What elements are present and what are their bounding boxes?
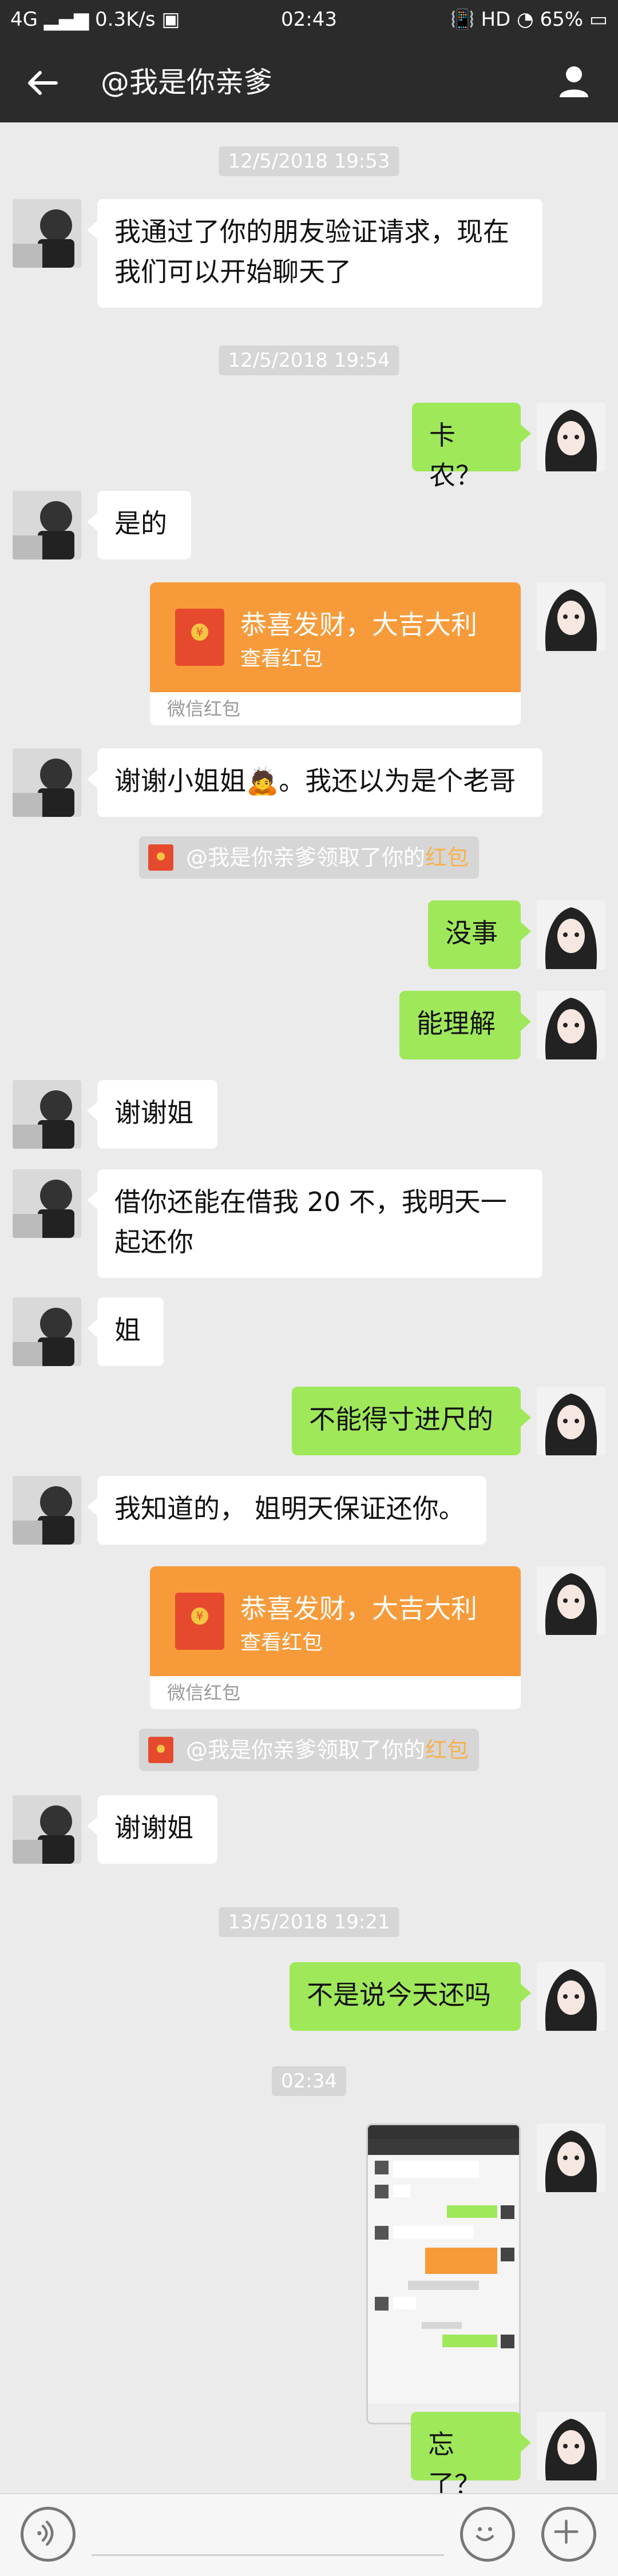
back-button[interactable]	[23, 63, 63, 103]
message-outgoing[interactable]: 没事	[428, 900, 531, 969]
message-outgoing[interactable]: 卡农？	[412, 403, 531, 491]
red-packet-footer: 微信红包	[167, 1682, 241, 1704]
red-envelope-icon	[148, 844, 173, 871]
avatar-left[interactable]	[13, 1169, 81, 1238]
avatar-right[interactable]	[537, 900, 605, 969]
red-envelope-icon	[148, 1737, 173, 1763]
avatar-right[interactable]	[537, 1566, 605, 1635]
avatar-right[interactable]	[537, 2412, 605, 2480]
self-avatar-image	[537, 991, 605, 1059]
status-right: 📳 HD ◔ 65% ▭	[450, 8, 608, 31]
message-incoming[interactable]: 我通过了你的朋友验证请求，现在我们可以开始聊天了	[87, 199, 542, 308]
timestamp: 12/5/2018 19:53	[219, 146, 399, 176]
avatar-left[interactable]	[13, 1297, 81, 1366]
notice-link[interactable]: 红包	[425, 1737, 469, 1763]
notice-link[interactable]: 红包	[425, 845, 469, 870]
contact-avatar-image	[13, 1795, 81, 1864]
wifi-icon: ◔	[517, 8, 534, 31]
status-bar: 4G ▂▄▆ 0.3K/s ▣ 02:43 📳 HD ◔ 65% ▭	[0, 0, 618, 41]
red-packet-subtitle: 查看红包	[240, 647, 323, 670]
voice-button[interactable]	[21, 2507, 76, 2562]
avatar-right[interactable]	[537, 991, 605, 1059]
contact-avatar-image	[13, 1297, 81, 1366]
contact-avatar-image	[13, 1080, 81, 1149]
system-notice: @我是你亲爹领取了你的红包	[138, 836, 480, 879]
timestamp: 12/5/2018 19:54	[219, 346, 399, 375]
message-incoming[interactable]: 姐	[87, 1297, 164, 1366]
profile-icon	[560, 66, 588, 97]
self-avatar-image	[537, 1387, 605, 1455]
self-avatar-image	[537, 1566, 605, 1635]
message-input-field[interactable]	[92, 2554, 444, 2556]
hd-label: HD	[481, 8, 511, 31]
avatar-right[interactable]	[537, 582, 605, 651]
notice-text: @我是你亲爹领取了你的	[185, 845, 425, 870]
message-incoming[interactable]: 是的	[87, 491, 191, 559]
system-notice: @我是你亲爹领取了你的红包	[138, 1729, 480, 1771]
avatar-right[interactable]	[537, 403, 605, 471]
message-incoming[interactable]: 我知道的， 姐明天保证还你。	[87, 1476, 486, 1545]
timestamp: 13/5/2018 19:21	[219, 1907, 399, 1937]
red-packet-footer: 微信红包	[167, 698, 241, 720]
battery-icon: ▭	[589, 8, 608, 31]
red-packet-title: 恭喜发财，大吉大利	[240, 609, 477, 640]
back-arrow-icon	[28, 71, 58, 95]
voice-input-icon	[37, 2521, 54, 2546]
self-avatar-image	[537, 2123, 605, 2192]
screenshot-thumbnail[interactable]	[366, 2123, 521, 2424]
red-packet-subtitle: 查看红包	[240, 1631, 323, 1654]
message-incoming[interactable]: 谢谢小姐姐🙇。我还以为是个老哥	[87, 748, 542, 817]
message-incoming[interactable]: 借你还能在借我 20 不，我明天一起还你	[87, 1169, 542, 1278]
avatar-left[interactable]	[13, 748, 81, 817]
self-avatar-image	[537, 900, 605, 969]
avatar-left[interactable]	[13, 199, 81, 268]
contact-avatar-image	[13, 748, 81, 817]
contact-avatar-image	[13, 491, 81, 559]
input-bar	[0, 2493, 618, 2576]
timestamp: 02:34	[272, 2066, 346, 2096]
emoji-button[interactable]	[460, 2507, 515, 2562]
message-outgoing[interactable]: 能理解	[399, 991, 531, 1059]
avatar-right[interactable]	[537, 1962, 605, 2031]
contact-avatar-image	[13, 1169, 81, 1238]
red-packet-card[interactable]: 恭喜发财，大吉大利 查看红包 微信红包	[150, 582, 521, 725]
chat-scroll-area[interactable]: 12/5/2018 19:53 我通过了你的朋友验证请求，现在我们可以开始聊天了…	[0, 122, 618, 2500]
red-envelope-icon	[175, 609, 224, 666]
self-avatar-image	[537, 2412, 605, 2480]
self-avatar-image	[537, 403, 605, 471]
avatar-right[interactable]	[537, 2123, 605, 2192]
chat-header: @我是你亲爹	[0, 41, 618, 122]
plus-button[interactable]	[541, 2507, 596, 2562]
emoji-icon	[476, 2527, 494, 2542]
avatar-right[interactable]	[537, 1387, 605, 1455]
red-packet-title: 恭喜发财，大吉大利	[240, 1593, 477, 1624]
plus-icon	[554, 2519, 579, 2544]
message-outgoing[interactable]: 不能得寸进尺的	[292, 1387, 531, 1455]
vibrate-icon: 📳	[450, 8, 475, 31]
avatar-left[interactable]	[13, 1476, 81, 1545]
message-outgoing[interactable]: 不是说今天还吗	[290, 1962, 531, 2031]
notice-text: @我是你亲爹领取了你的	[185, 1737, 425, 1763]
self-avatar-image	[537, 582, 605, 651]
battery-percent: 65%	[540, 8, 584, 31]
avatar-left[interactable]	[13, 1795, 81, 1864]
red-packet-card[interactable]: 恭喜发财，大吉大利 查看红包 微信红包	[150, 1566, 521, 1709]
message-incoming[interactable]: 谢谢姐	[87, 1080, 217, 1149]
chat-info-button[interactable]	[555, 63, 593, 101]
screenshot-thumbnail-image	[368, 2125, 519, 2423]
self-avatar-image	[537, 1962, 605, 2031]
contact-avatar-image	[13, 1476, 81, 1545]
message-incoming[interactable]: 谢谢姐	[87, 1795, 217, 1864]
contact-avatar-image	[13, 199, 81, 268]
red-envelope-icon	[175, 1593, 224, 1650]
message-outgoing[interactable]: 忘了？	[411, 2412, 531, 2500]
avatar-left[interactable]	[13, 1080, 81, 1149]
avatar-left[interactable]	[13, 491, 81, 559]
chat-title: @我是你亲爹	[101, 66, 272, 99]
